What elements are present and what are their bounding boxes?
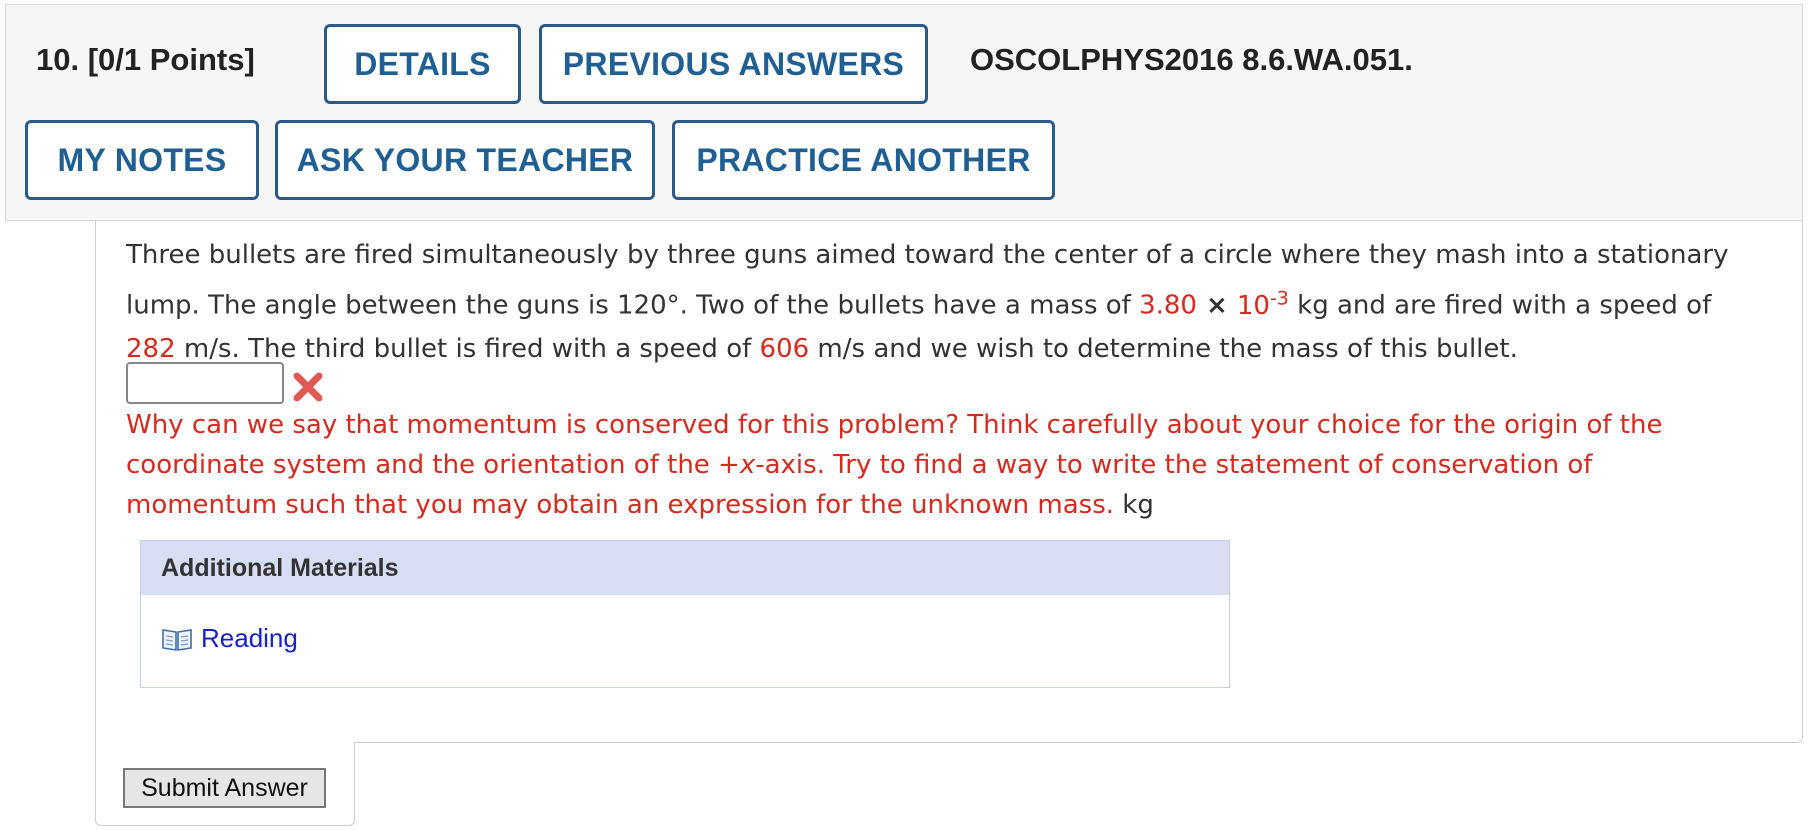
question-number-points: 10. [0/1 Points]: [36, 42, 255, 77]
feedback-segment: coordinate system and the orientation of…: [126, 450, 740, 480]
feedback-message: Why can we say that momentum is conserve…: [126, 405, 1786, 525]
book-icon: [162, 628, 192, 651]
x-mark-icon: [293, 372, 323, 402]
practice-another-button[interactable]: PRACTICE ANOTHER: [672, 120, 1055, 200]
question-id: OSCOLPHYS2016 8.6.WA.051.: [970, 42, 1413, 77]
question-text-segment: m/s and we wish to determine the mass of…: [809, 333, 1518, 364]
my-notes-button[interactable]: MY NOTES: [25, 120, 259, 200]
feedback-line-1: Why can we say that momentum is conserve…: [126, 410, 1663, 440]
question-line-3: 282 m/s. The third bullet is fired with …: [126, 328, 1766, 371]
mass-value: 3.80: [1139, 290, 1197, 321]
ask-your-teacher-button[interactable]: ASK YOUR TEACHER: [275, 120, 655, 200]
question-line-2: lump. The angle between the guns is 120°…: [126, 277, 1766, 328]
x-axis-variable: x: [739, 450, 756, 480]
feedback-line-2: coordinate system and the orientation of…: [126, 445, 1786, 485]
previous-answers-button[interactable]: PREVIOUS ANSWERS: [539, 24, 928, 104]
times-sign: ×: [1196, 290, 1237, 321]
answer-unit: kg: [1114, 490, 1154, 520]
mass-power: 10-3: [1236, 287, 1289, 321]
speed-2-value: 606: [759, 333, 810, 364]
question-text-segment: lump. The angle between the guns is 120°…: [126, 290, 1140, 321]
mass-answer-input[interactable]: [126, 362, 284, 404]
details-button[interactable]: DETAILS: [324, 24, 521, 104]
question-text-segment: kg and are fired with a speed of: [1288, 290, 1712, 321]
feedback-segment: -axis. Try to find a way to write the st…: [755, 450, 1593, 480]
question-line-1: Three bullets are fired simultaneously b…: [126, 240, 1729, 270]
submit-answer-button[interactable]: Submit Answer: [123, 768, 326, 808]
additional-materials-box: Additional Materials Reading: [140, 540, 1230, 688]
additional-materials-title: Additional Materials: [141, 541, 1229, 595]
question-text-segment: m/s. The third bullet is fired with a sp…: [175, 333, 760, 364]
mass-exponent: -3: [1269, 287, 1289, 309]
reading-link[interactable]: Reading: [161, 623, 298, 654]
mass-base: 10: [1236, 290, 1270, 321]
question-text: Three bullets are fired simultaneously b…: [126, 234, 1766, 371]
speed-1-value: 282: [126, 333, 176, 364]
feedback-segment: momentum such that you may obtain an exp…: [126, 490, 1115, 520]
feedback-line-3: momentum such that you may obtain an exp…: [126, 485, 1786, 525]
reading-link-label: Reading: [201, 623, 298, 653]
